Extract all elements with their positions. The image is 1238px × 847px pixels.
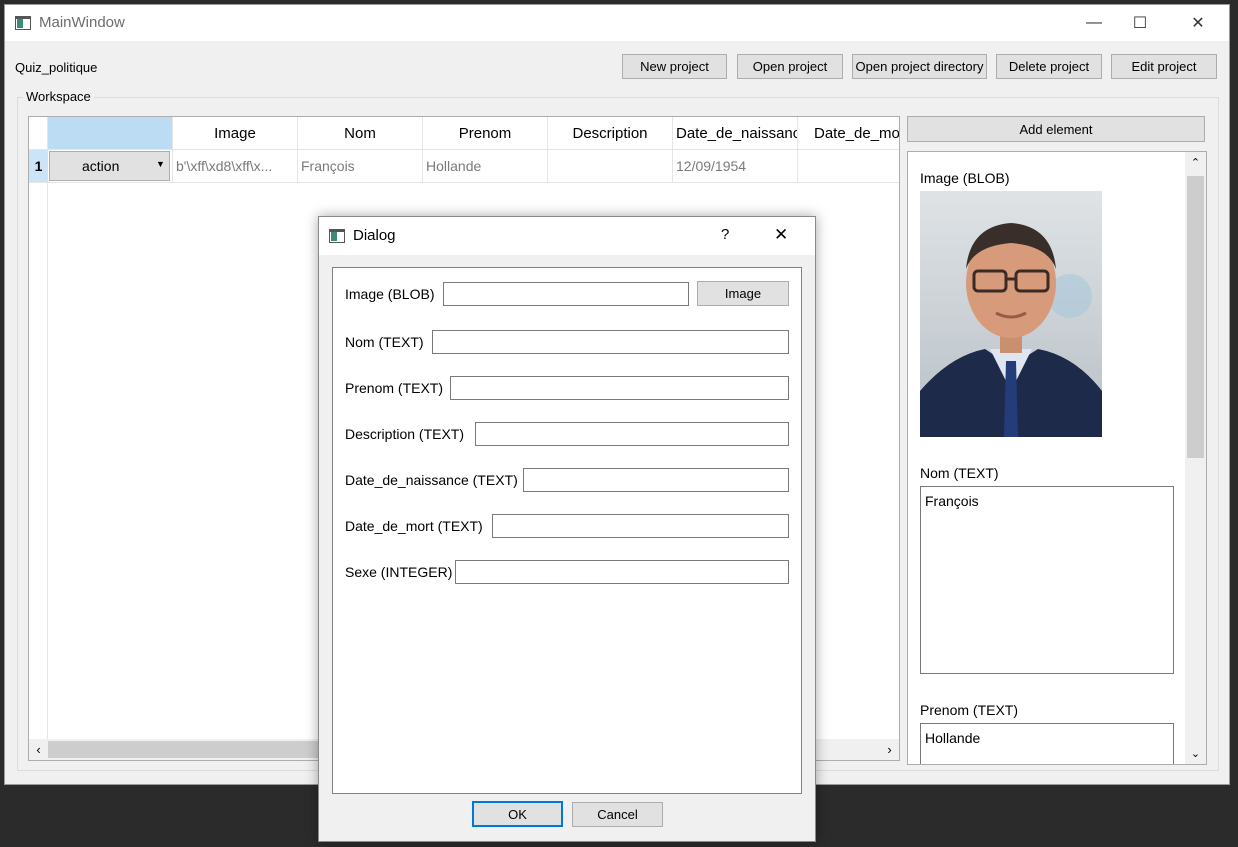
dialog-close-icon[interactable]: ✕ — [774, 225, 788, 245]
title-bar[interactable]: MainWindow — ☐ ✕ — [5, 5, 1229, 41]
column-header-date-de-mort[interactable]: Date_de_mor — [798, 117, 899, 150]
edit-project-button[interactable]: Edit project — [1111, 54, 1217, 79]
row-header[interactable]: 1 — [29, 150, 48, 183]
details-scroll-area[interactable]: Image (BLOB) Nom (TEXT) François Prenom … — [907, 151, 1207, 765]
table-corner[interactable] — [29, 117, 48, 150]
table-cell-action: action ▼ — [48, 150, 173, 183]
column-header-nom[interactable]: Nom — [298, 117, 423, 150]
dialog-form-frame: Image (BLOB) Image Nom (TEXT) Prenom (TE… — [332, 267, 802, 794]
column-header-prenom[interactable]: Prenom — [423, 117, 548, 150]
action-combobox-value: action — [82, 158, 120, 174]
dialog-title: Dialog — [353, 227, 396, 244]
app-icon — [15, 16, 31, 30]
detail-prenom-textarea[interactable]: Hollande — [920, 723, 1174, 764]
add-element-button[interactable]: Add element — [907, 116, 1205, 142]
maximize-icon[interactable]: ☐ — [1117, 5, 1163, 41]
field-label-nom: Nom (TEXT) — [345, 334, 424, 350]
horizontal-scroll-thumb[interactable] — [48, 741, 348, 758]
field-label-sexe: Sexe (INTEGER) — [345, 564, 453, 580]
prenom-field[interactable] — [450, 376, 789, 400]
table-cell-prenom[interactable]: Hollande — [423, 150, 548, 183]
column-header-description[interactable]: Description — [548, 117, 673, 150]
open-project-button[interactable]: Open project — [737, 54, 843, 79]
chevron-down-icon: ▼ — [156, 159, 165, 169]
row-header-column — [29, 183, 48, 739]
column-header-action[interactable] — [48, 117, 173, 150]
add-element-dialog: Dialog ? ✕ Image (BLOB) Image Nom (TEXT)… — [318, 216, 816, 842]
window-title: MainWindow — [39, 14, 125, 31]
field-label-image: Image (BLOB) — [345, 286, 435, 302]
project-name-label: Quiz_politique — [15, 60, 98, 75]
dialog-title-bar[interactable]: Dialog ? ✕ — [319, 217, 815, 255]
nom-field[interactable] — [432, 330, 789, 354]
column-header-date-de-naissance[interactable]: Date_de_naissance — [673, 117, 798, 150]
table-cell-nom[interactable]: François — [298, 150, 423, 183]
image-field[interactable] — [443, 282, 689, 306]
field-label-date-de-naissance: Date_de_naissance (TEXT) — [345, 472, 518, 488]
workspace-label: Workspace — [23, 89, 94, 104]
description-field[interactable] — [475, 422, 789, 446]
detail-image-label: Image (BLOB) — [920, 170, 1010, 186]
open-project-directory-button[interactable]: Open project directory — [852, 54, 987, 79]
dialog-icon — [329, 229, 345, 243]
new-project-button[interactable]: New project — [622, 54, 727, 79]
close-icon[interactable]: ✕ — [1175, 5, 1221, 41]
scroll-left-icon[interactable]: ‹ — [29, 739, 48, 760]
scroll-up-icon[interactable]: ⌃ — [1185, 152, 1206, 173]
field-label-prenom: Prenom (TEXT) — [345, 380, 444, 396]
field-label-date-de-mort: Date_de_mort (TEXT) — [345, 518, 483, 534]
date-de-mort-field[interactable] — [492, 514, 789, 538]
scroll-right-icon[interactable]: › — [880, 739, 899, 760]
minimize-icon[interactable]: — — [1071, 5, 1117, 41]
delete-project-button[interactable]: Delete project — [996, 54, 1102, 79]
sexe-field[interactable] — [455, 560, 789, 584]
vertical-scroll-thumb[interactable] — [1187, 176, 1204, 458]
action-combobox[interactable]: action ▼ — [49, 151, 170, 181]
ok-button[interactable]: OK — [472, 801, 563, 827]
table-cell-image[interactable]: b'\xff\xd8\xff\x... — [173, 150, 298, 183]
cancel-button[interactable]: Cancel — [572, 802, 663, 827]
detail-nom-textarea[interactable]: François — [920, 486, 1174, 674]
scroll-down-icon[interactable]: ⌄ — [1185, 743, 1206, 764]
vertical-scrollbar[interactable]: ⌃ ⌄ — [1185, 152, 1206, 764]
column-header-image[interactable]: Image — [173, 117, 298, 150]
field-label-description: Description (TEXT) — [345, 426, 465, 442]
date-de-naissance-field[interactable] — [523, 468, 789, 492]
help-icon[interactable]: ? — [721, 226, 729, 243]
table-cell-date-de-naissance[interactable]: 12/09/1954 — [673, 150, 798, 183]
table-cell-description[interactable] — [548, 150, 673, 183]
detail-prenom-label: Prenom (TEXT) — [920, 702, 1019, 718]
portrait-svg — [920, 191, 1102, 437]
table-cell-date-de-mort[interactable] — [798, 150, 899, 183]
portrait-image — [920, 191, 1102, 437]
image-button[interactable]: Image — [697, 281, 789, 306]
detail-nom-label: Nom (TEXT) — [920, 465, 999, 481]
